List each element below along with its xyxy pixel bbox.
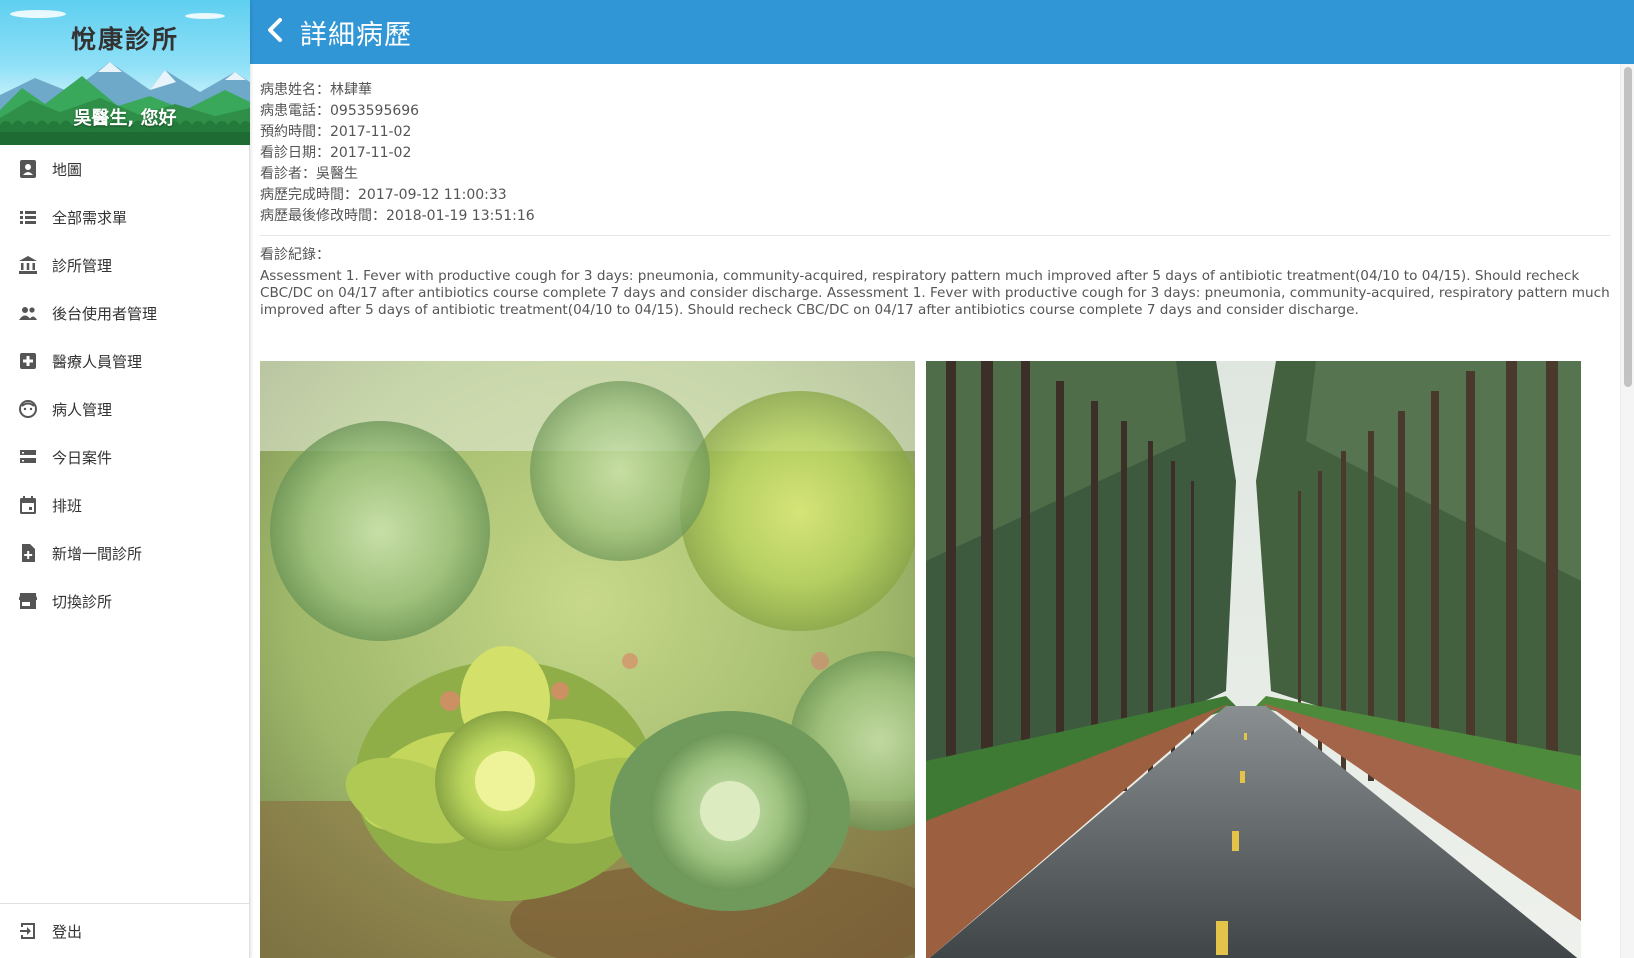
- sidebar-item-add-clinic[interactable]: 新增一間診所: [0, 529, 249, 577]
- sidebar-item-switch-clinic[interactable]: 切換診所: [0, 577, 249, 625]
- sidebar-item-label: 新增一間診所: [52, 544, 143, 563]
- sidebar-item-label: 全部需求單: [52, 208, 128, 227]
- sidebar-item-label: 醫療人員管理: [52, 352, 143, 371]
- forest-road-photo[interactable]: [926, 361, 1581, 958]
- back-button[interactable]: [250, 0, 300, 64]
- bank-icon: [17, 254, 39, 276]
- sidebar-item-clinic-management[interactable]: 診所管理: [0, 241, 249, 289]
- sidebar-item-medical-staff[interactable]: 醫療人員管理: [0, 337, 249, 385]
- clinic-banner: 悅康診所 吳醫生, 您好: [0, 0, 250, 145]
- logout-button[interactable]: 登出: [0, 903, 250, 958]
- patient-info-block: 病患姓名：林肆華 病患電話：0953595696 預約時間：2017-11-02…: [260, 80, 1610, 236]
- succulent-photo[interactable]: [260, 361, 915, 958]
- record-label: 看診紀錄：: [260, 247, 330, 263]
- list-icon: [17, 206, 39, 228]
- note-add-icon: [17, 542, 39, 564]
- visit-date: 看診日期：2017-11-02: [260, 145, 412, 161]
- storage-icon: [17, 446, 39, 468]
- record-completed-time: 病歷完成時間：2017-09-12 11:00:33: [260, 187, 507, 203]
- user-greeting: 吳醫生, 您好: [73, 108, 177, 129]
- logout-label: 登出: [52, 922, 83, 941]
- sidebar-item-all-requests[interactable]: 全部需求單: [0, 193, 249, 241]
- sidebar-nav: 地圖 全部需求單 診所管理 後台使用者管理 醫療人員管理 病人管理 今日案件 排…: [0, 145, 249, 625]
- patient-phone: 病患電話：0953595696: [260, 103, 420, 119]
- people-icon: [17, 302, 39, 324]
- record-last-modified: 病歷最後修改時間：2018-01-19 13:51:16: [260, 208, 535, 224]
- record-detail-content: 病患姓名：林肆華 病患電話：0953595696 預約時間：2017-11-02…: [250, 64, 1634, 958]
- sidebar-item-label: 排班: [52, 496, 83, 515]
- sidebar-item-label: 病人管理: [52, 400, 113, 419]
- sidebar-item-map[interactable]: 地圖: [0, 145, 249, 193]
- sidebar: 悅康診所 吳醫生, 您好 地圖 全部需求單 診所管理 後台使用者管理 醫療人員管…: [0, 0, 250, 958]
- content-scrollbar[interactable]: [1620, 64, 1634, 958]
- calendar-icon: [17, 494, 39, 516]
- record-text: Assessment 1. Fever with productive coug…: [260, 268, 1610, 318]
- face-icon: [17, 398, 39, 420]
- chevron-left-icon: [265, 17, 285, 47]
- logout-icon: [17, 920, 39, 942]
- appointment-time: 預約時間：2017-11-02: [260, 124, 412, 140]
- app-header: 詳細病歷: [250, 0, 1634, 64]
- scrollbar-thumb[interactable]: [1624, 67, 1632, 387]
- attending-doctor: 看診者：吳醫生: [260, 166, 358, 182]
- sidebar-item-schedule[interactable]: 排班: [0, 481, 249, 529]
- sidebar-item-backend-users[interactable]: 後台使用者管理: [0, 289, 249, 337]
- sidebar-item-label: 診所管理: [52, 256, 113, 275]
- clinic-name: 悅康診所: [70, 25, 179, 54]
- page-title: 詳細病歷: [300, 19, 412, 51]
- sidebar-item-label: 地圖: [52, 160, 83, 179]
- contact-card-icon: [17, 158, 39, 180]
- sidebar-item-label: 今日案件: [52, 448, 113, 467]
- sidebar-item-today-cases[interactable]: 今日案件: [0, 433, 249, 481]
- sidebar-item-patients[interactable]: 病人管理: [0, 385, 249, 433]
- patient-name: 病患姓名：林肆華: [260, 82, 372, 98]
- store-icon: [17, 590, 39, 612]
- sidebar-item-label: 後台使用者管理: [52, 304, 158, 323]
- medical-cross-icon: [17, 350, 39, 372]
- sidebar-item-label: 切換診所: [52, 592, 113, 611]
